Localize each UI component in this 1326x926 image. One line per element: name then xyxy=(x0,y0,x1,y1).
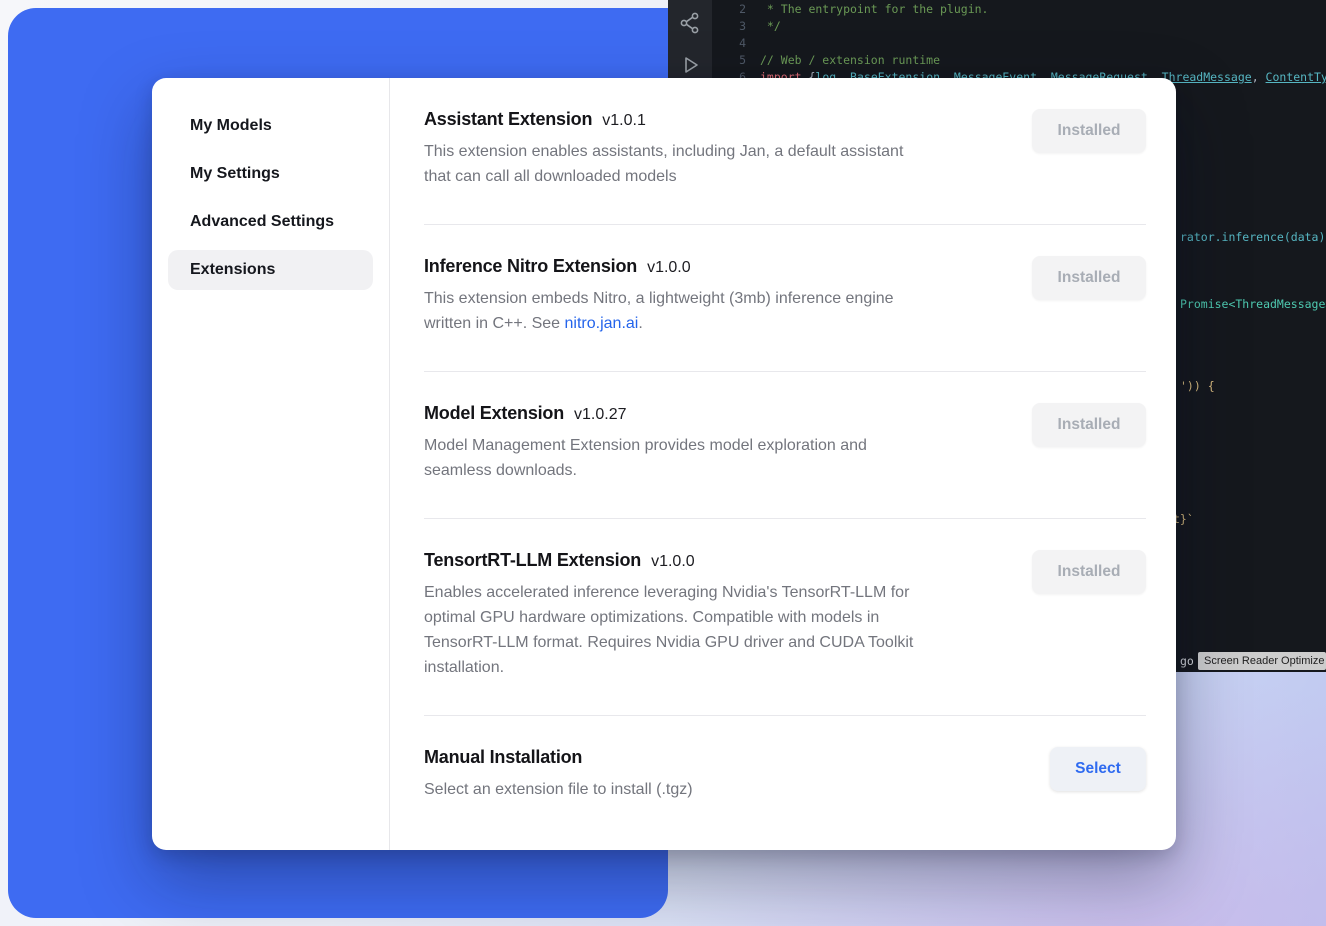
code-line: 3 */ xyxy=(712,18,781,34)
extension-description: Model Management Extension provides mode… xyxy=(424,433,1008,483)
nitro-jan-ai-link[interactable]: nitro.jan.ai xyxy=(565,315,639,332)
sidebar-item-extensions[interactable]: Extensions xyxy=(168,250,373,290)
settings-panel: My Models My Settings Advanced Settings … xyxy=(152,78,1176,850)
extension-description: Enables accelerated inference leveraging… xyxy=(424,580,1008,680)
extension-description: This extension enables assistants, inclu… xyxy=(424,139,1008,189)
code-fragment: Promise<ThreadMessage> xyxy=(1180,296,1326,312)
extension-version: v1.0.0 xyxy=(647,259,691,277)
run-icon[interactable] xyxy=(677,52,703,78)
extension-version: v1.0.0 xyxy=(651,553,695,571)
git-branch-icon[interactable] xyxy=(677,10,703,36)
manual-installation-title: Manual Installation xyxy=(424,747,582,768)
extension-row-tensorrt: TensortRT-LLM Extension v1.0.0 Enables a… xyxy=(424,519,1146,715)
desktop: 2 * The entrypoint for the plugin. 3 */ … xyxy=(0,0,1326,926)
sidebar-item-my-settings[interactable]: My Settings xyxy=(168,154,373,194)
extension-title: Assistant Extension xyxy=(424,109,592,130)
settings-sidebar: My Models My Settings Advanced Settings … xyxy=(152,78,390,850)
extension-version: v1.0.27 xyxy=(574,406,626,424)
manual-installation-description: Select an extension file to install (.tg… xyxy=(424,777,1026,802)
installed-button[interactable]: Installed xyxy=(1032,403,1146,447)
extension-row-assistant: Assistant Extension v1.0.1 This extensio… xyxy=(424,78,1146,224)
code-fragment: ')) { xyxy=(1180,378,1215,394)
code-line: 5// Web / extension runtime xyxy=(712,52,940,68)
installed-button[interactable]: Installed xyxy=(1032,109,1146,153)
installed-button[interactable]: Installed xyxy=(1032,256,1146,300)
code-fragment: rator.inference(data)); xyxy=(1180,229,1326,245)
sidebar-item-my-models[interactable]: My Models xyxy=(168,106,373,146)
code-fragment: t}` xyxy=(1173,511,1194,527)
status-text: go xyxy=(1180,654,1194,668)
sidebar-item-advanced-settings[interactable]: Advanced Settings xyxy=(168,202,373,242)
code-line: 4 xyxy=(712,35,760,51)
code-line: 2 * The entrypoint for the plugin. xyxy=(712,1,988,17)
extension-row-model: Model Extension v1.0.27 Model Management… xyxy=(424,372,1146,518)
extension-version: v1.0.1 xyxy=(602,112,646,130)
extension-title: TensortRT-LLM Extension xyxy=(424,550,641,571)
extension-row-nitro: Inference Nitro Extension v1.0.0 This ex… xyxy=(424,225,1146,371)
extension-description: This extension embeds Nitro, a lightweig… xyxy=(424,286,1008,336)
extension-title: Inference Nitro Extension xyxy=(424,256,637,277)
manual-installation-row: Manual Installation Select an extension … xyxy=(424,716,1146,837)
screen-reader-badge[interactable]: Screen Reader Optimize xyxy=(1198,652,1326,670)
extension-title: Model Extension xyxy=(424,403,564,424)
select-file-button[interactable]: Select xyxy=(1050,747,1146,791)
extensions-list: Assistant Extension v1.0.1 This extensio… xyxy=(390,78,1176,850)
installed-button[interactable]: Installed xyxy=(1032,550,1146,594)
